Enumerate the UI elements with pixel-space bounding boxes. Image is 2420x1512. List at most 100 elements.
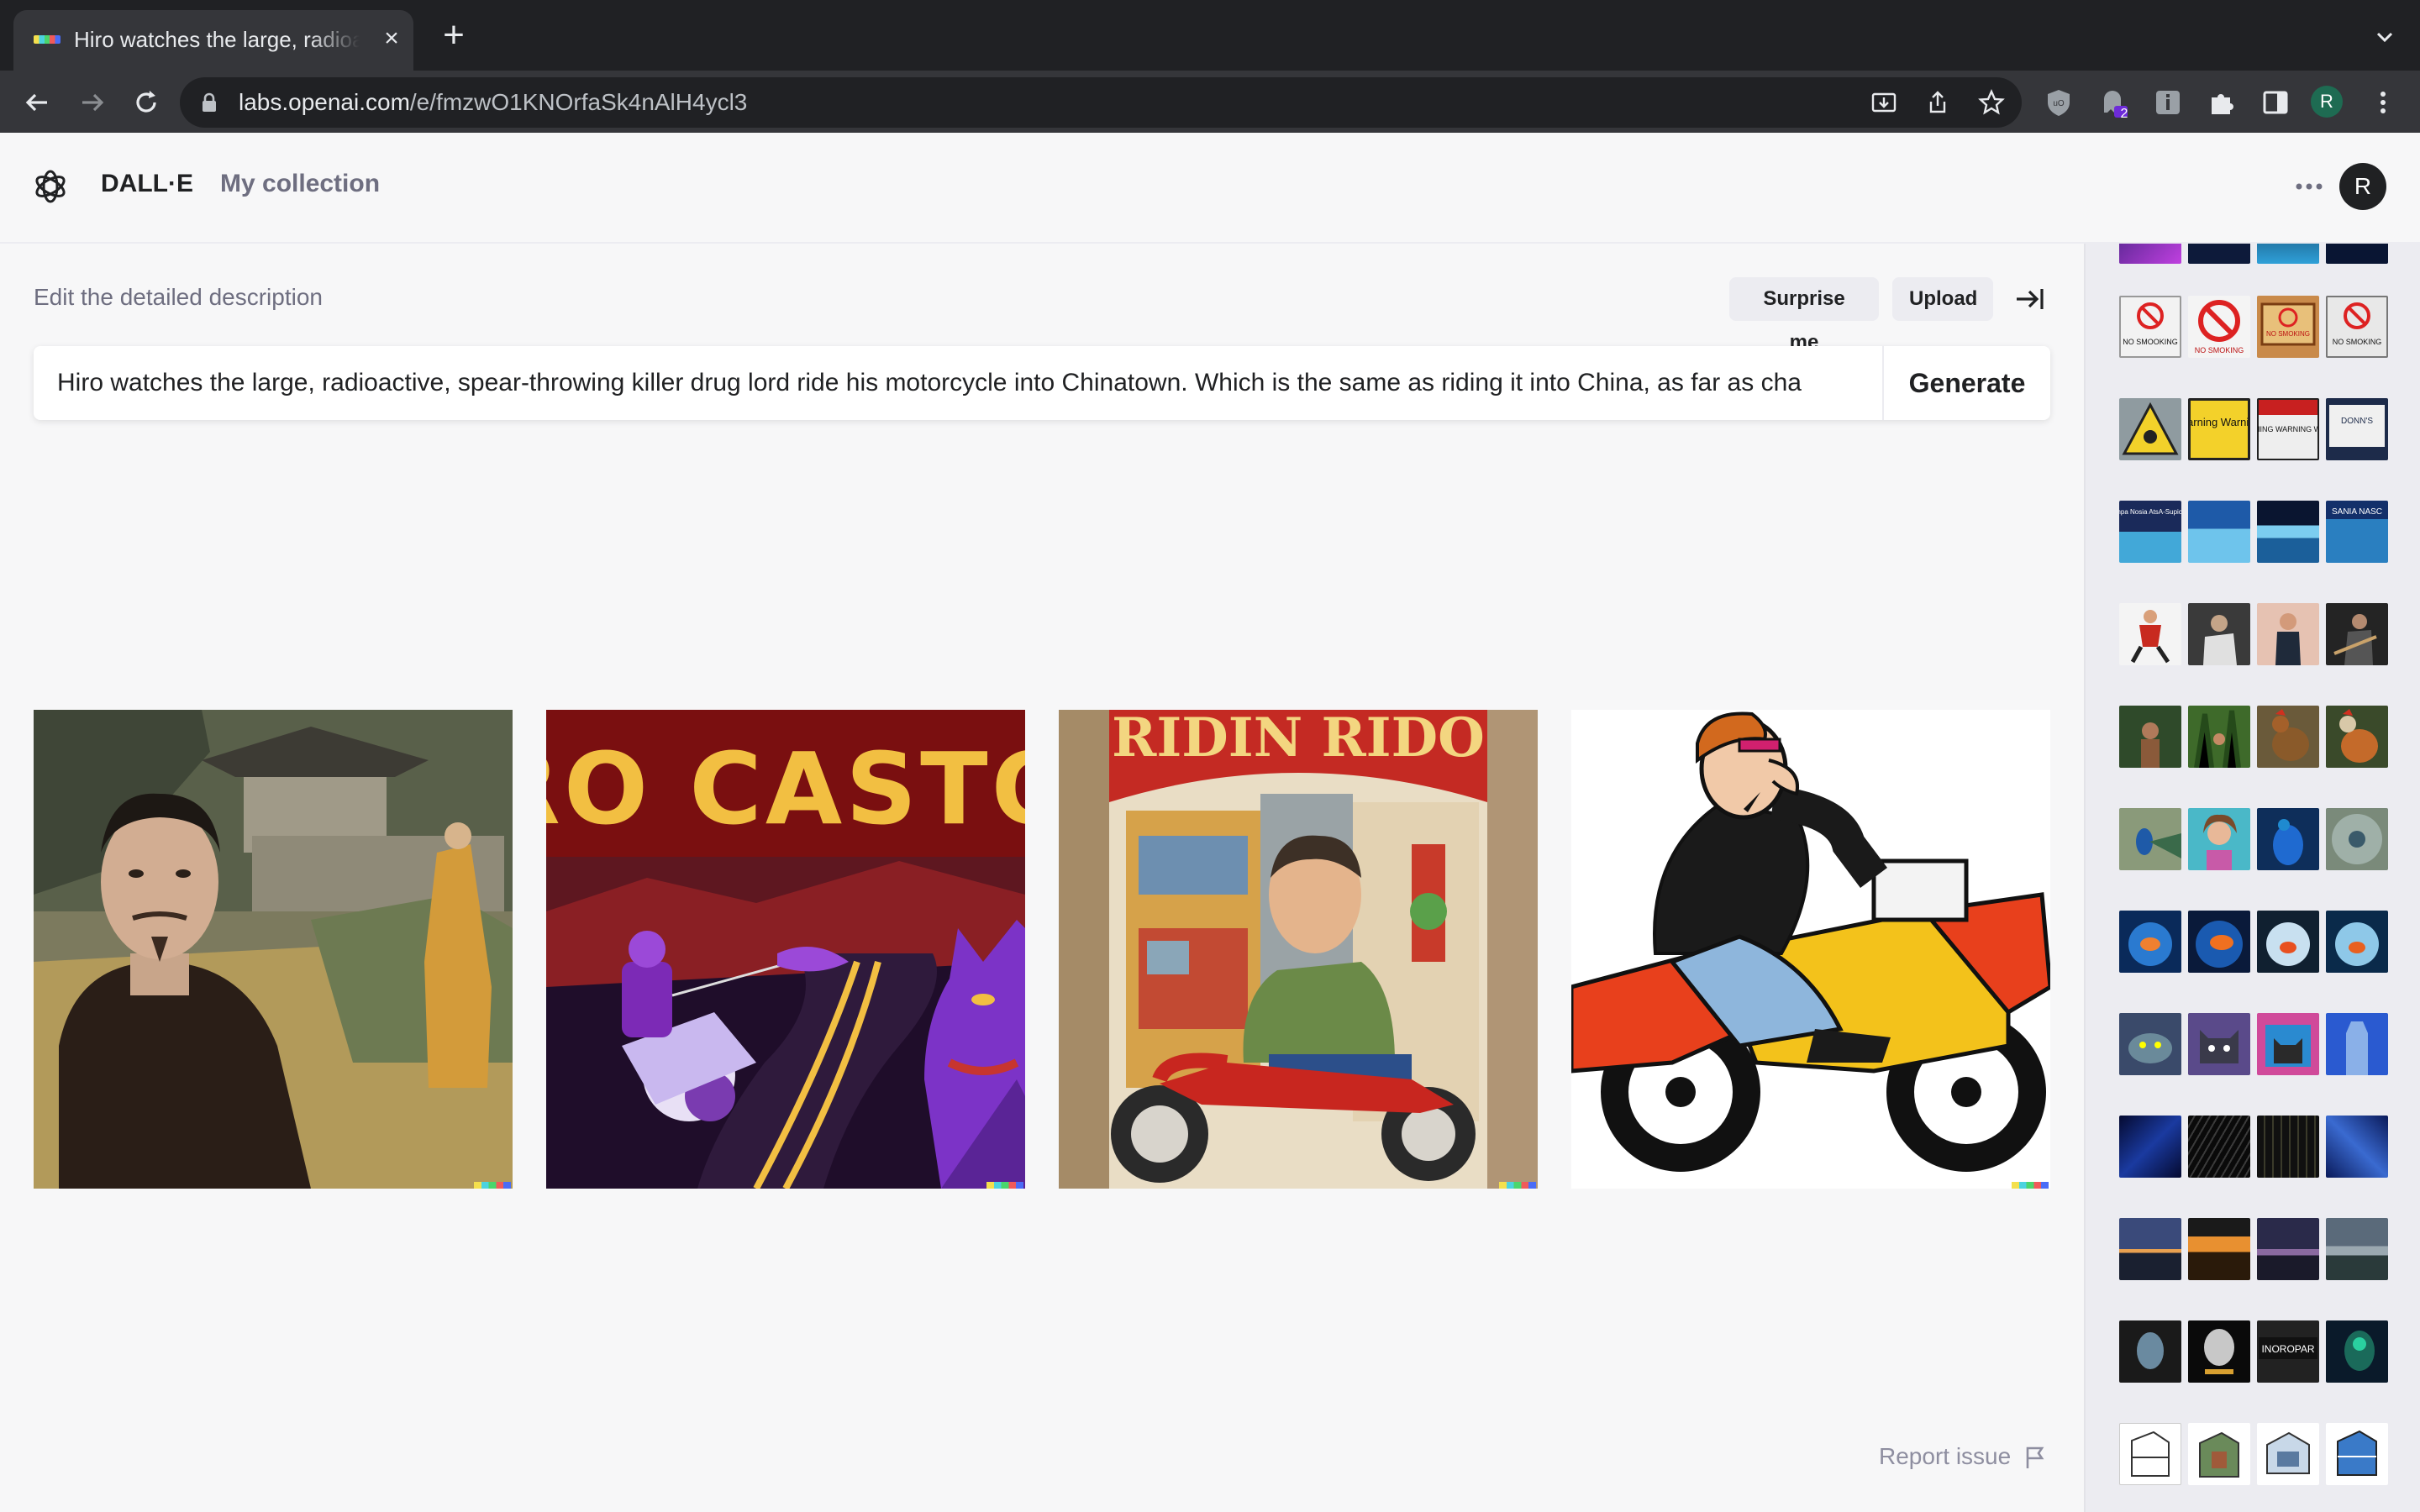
history-thumbnail[interactable]: INOROPAR	[2257, 1320, 2319, 1383]
history-thumbnail[interactable]	[2188, 706, 2250, 769]
lock-icon[interactable]	[200, 92, 218, 113]
editor-main: Edit the detailed description Surprise m…	[0, 244, 2084, 1512]
history-thumbnail[interactable]	[2326, 1320, 2388, 1383]
dalle-signature-icon	[986, 1182, 1023, 1189]
flag-icon[interactable]	[2023, 1445, 2047, 1470]
history-thumbnail[interactable]	[2188, 1320, 2250, 1383]
result-image-4[interactable]	[1571, 710, 2050, 1189]
history-thumbnail[interactable]	[2257, 808, 2319, 870]
history-thumbnail[interactable]	[2188, 1218, 2250, 1280]
tab-search-chevron-icon[interactable]	[2371, 24, 2398, 50]
reload-icon[interactable]	[129, 86, 163, 119]
svg-text:NO SMOOKING: NO SMOOKING	[2123, 338, 2178, 346]
history-thumbnail[interactable]	[2119, 603, 2181, 665]
history-thumbnail[interactable]: NO SMOKING	[2188, 296, 2250, 358]
history-thumbnail[interactable]	[2119, 911, 2181, 973]
history-thumbnail[interactable]	[2119, 1218, 2181, 1280]
surprise-me-button[interactable]: Surprise me	[1729, 277, 1879, 354]
history-thumbnail[interactable]	[2326, 1013, 2388, 1075]
history-thumbnail[interactable]: NO SMOKING	[2257, 296, 2319, 358]
history-thumbnail[interactable]: NO SMOOKING	[2119, 296, 2181, 358]
history-thumbnail[interactable]	[2119, 808, 2181, 870]
history-thumbnail[interactable]	[2119, 1013, 2181, 1075]
openai-logo-icon[interactable]	[32, 168, 69, 205]
history-thumbnail[interactable]	[2326, 603, 2388, 665]
history-thumbnail[interactable]	[2188, 603, 2250, 665]
browser-profile-avatar[interactable]: R	[2311, 86, 2343, 118]
history-thumbnail[interactable]	[2326, 706, 2388, 768]
history-thumbnail[interactable]: DONN'S	[2326, 398, 2388, 460]
extensions-puzzle-icon[interactable]	[2207, 87, 2237, 118]
browser-menu-kebab-icon[interactable]	[2368, 87, 2398, 118]
bookmark-star-icon[interactable]	[1978, 89, 2005, 116]
result-image-2[interactable]: RO CASTO	[546, 710, 1025, 1189]
back-arrow-icon[interactable]	[20, 86, 54, 119]
more-options-icon[interactable]	[2292, 176, 2326, 197]
address-bar[interactable]: labs.openai.com/e/fmzwO1KNOrfaSk4nAlH4yc…	[180, 77, 2022, 128]
history-thumbnail[interactable]	[2188, 1116, 2250, 1178]
history-thumbnail[interactable]	[2119, 1320, 2181, 1383]
prompt-box: Generate	[34, 346, 2050, 420]
generate-button[interactable]: Generate	[1884, 346, 2050, 420]
history-thumbnail[interactable]	[2257, 501, 2319, 563]
history-thumbnail[interactable]	[2257, 1218, 2319, 1280]
edit-description-label: Edit the detailed description	[34, 284, 323, 310]
history-thumbnail[interactable]	[2257, 911, 2319, 973]
dalle-brand-link[interactable]: DALL·E	[101, 170, 193, 198]
history-thumbnail[interactable]	[2326, 1423, 2388, 1485]
history-thumbnail[interactable]	[2119, 244, 2181, 264]
info-extension-icon[interactable]	[2153, 87, 2183, 118]
history-thumbnail[interactable]	[2188, 1423, 2250, 1485]
upload-button[interactable]: Upload	[1892, 277, 1993, 321]
ublock-shield-icon[interactable]: uO	[2044, 87, 2074, 118]
history-thumbnail[interactable]	[2257, 244, 2319, 264]
history-thumbnail[interactable]	[2326, 1116, 2388, 1178]
result-image-3[interactable]: RIDIN RIDO	[1059, 710, 1538, 1189]
history-thumbnail[interactable]	[2326, 244, 2388, 264]
new-tab-button[interactable]: +	[437, 17, 471, 54]
history-thumbnail[interactable]	[2257, 1423, 2319, 1485]
user-avatar[interactable]: R	[2339, 163, 2386, 210]
close-tab-icon[interactable]: ×	[378, 25, 405, 52]
history-thumbnail[interactable]	[2326, 911, 2388, 973]
history-thumbnail[interactable]	[2188, 501, 2250, 563]
history-thumbnail[interactable]	[2257, 603, 2319, 665]
history-thumbnail[interactable]: WANING WARNING WIRE	[2243, 398, 2333, 460]
history-thumbnail[interactable]	[2119, 1423, 2181, 1485]
history-thumbnail[interactable]	[2326, 808, 2388, 870]
history-thumbnail[interactable]	[2119, 706, 2181, 768]
history-thumbnail[interactable]: SANIA NASC	[2326, 501, 2388, 563]
prompt-input[interactable]	[57, 346, 1889, 420]
browser-toolbar: labs.openai.com/e/fmzwO1KNOrfaSk4nAlH4yc…	[0, 71, 2420, 134]
svg-text:INOROPAR: INOROPAR	[2261, 1343, 2314, 1355]
history-thumbnail[interactable]	[2119, 398, 2181, 460]
collapse-sidebar-icon[interactable]	[2013, 282, 2047, 316]
history-thumbnail[interactable]	[2326, 1218, 2388, 1280]
side-panel-icon[interactable]	[2260, 87, 2291, 118]
history-thumbnail[interactable]: Warning Warning	[2177, 398, 2261, 460]
history-thumbnail[interactable]: NO SMOKING	[2326, 296, 2388, 358]
install-app-icon[interactable]	[1870, 89, 1897, 116]
my-collection-link[interactable]: My collection	[220, 170, 380, 198]
browser-tab[interactable]: Hiro watches the large, radioactive ×	[13, 10, 413, 71]
result-image-1[interactable]	[34, 710, 513, 1189]
url-text[interactable]: labs.openai.com/e/fmzwO1KNOrfaSk4nAlH4yc…	[239, 89, 747, 116]
history-thumbnail[interactable]: Impa Nosia AtsA-Supicia	[2113, 501, 2188, 563]
forward-arrow-icon[interactable]	[76, 86, 109, 119]
history-thumbnail[interactable]	[2188, 911, 2250, 973]
history-thumbnail[interactable]	[2119, 1116, 2181, 1178]
sign-text: RIDIN RIDO	[1112, 710, 1485, 769]
report-issue-link[interactable]: Report issue	[1879, 1443, 2011, 1470]
history-thumbnail[interactable]	[2188, 808, 2250, 870]
history-thumbnail[interactable]	[2257, 1013, 2319, 1075]
history-sidebar[interactable]: NO SMOOKING NO SMOKING NO SMOKING NO SMO…	[2084, 244, 2420, 1512]
history-thumbnail[interactable]	[2188, 244, 2250, 264]
share-icon[interactable]	[1924, 89, 1951, 116]
svg-text:SANIA NASC: SANIA NASC	[2332, 507, 2382, 517]
history-thumbnail[interactable]	[2257, 1116, 2319, 1178]
history-thumbnail[interactable]	[2188, 1013, 2250, 1075]
tab-title: Hiro watches the large, radioactive	[74, 27, 360, 52]
app-header: DALL·E My collection R	[0, 133, 2420, 244]
watercolor-street-image: RIDIN RIDO	[1059, 710, 1538, 1189]
history-thumbnail[interactable]	[2257, 706, 2319, 768]
